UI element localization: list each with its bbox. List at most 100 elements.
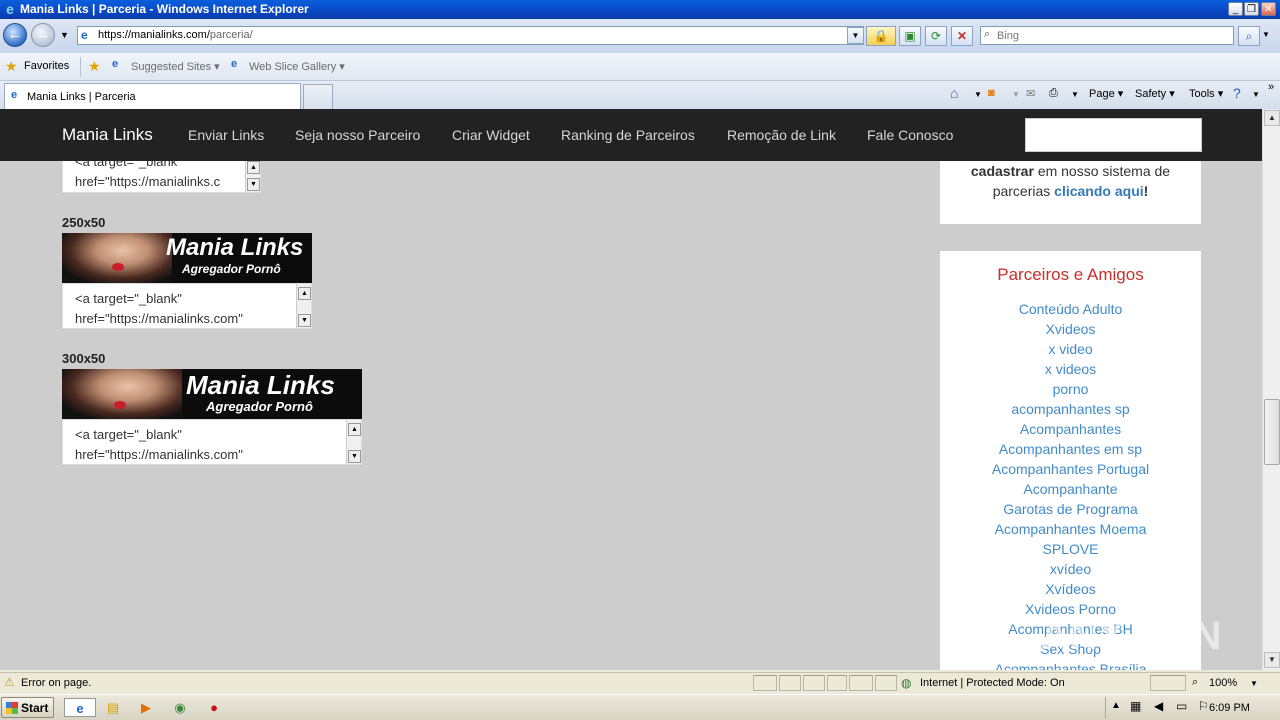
page-menu[interactable]: Page ▾	[1089, 87, 1123, 100]
parceiro-link[interactable]: Xvídeos	[940, 581, 1201, 597]
tray-network-icon[interactable]: ▦	[1130, 699, 1141, 713]
parceiro-link[interactable]: Garotas de Programa	[940, 501, 1201, 517]
minimize-button[interactable]: _	[1228, 2, 1243, 16]
register-link[interactable]: clicando aqui	[1054, 183, 1143, 199]
help-dropdown-icon[interactable]: ▼	[1252, 90, 1260, 99]
parceiro-link[interactable]: x video	[940, 341, 1201, 357]
scroll-up-icon[interactable]: ▲	[348, 423, 361, 436]
back-button[interactable]: ←	[3, 23, 27, 47]
nav-seja-parceiro[interactable]: Seja nosso Parceiro	[295, 127, 420, 143]
banner-image-250x50[interactable]: Mania Links Agregador Pornô	[62, 233, 312, 283]
add-favorites-icon[interactable]: ★	[88, 58, 101, 75]
read-mail-icon[interactable]: ✉	[1026, 87, 1035, 100]
taskbar-explorer-icon[interactable]: ▤	[103, 698, 123, 717]
scroll-down-icon[interactable]: ▼	[298, 314, 311, 327]
home-dropdown-icon[interactable]: ▼	[974, 90, 982, 99]
print-dropdown-icon[interactable]: ▼	[1071, 90, 1079, 99]
address-dropdown-button[interactable]: ▼	[847, 27, 864, 44]
parceiro-link[interactable]: Conteúdo Adulto	[940, 301, 1201, 317]
parceiro-link[interactable]: porno	[940, 381, 1201, 397]
site-search-input[interactable]	[1025, 118, 1202, 152]
parceiro-link[interactable]: Xvideos	[940, 321, 1201, 337]
scroll-down-icon[interactable]: ▼	[1264, 652, 1280, 668]
web-slice-gallery-link[interactable]: Web Slice Gallery ▾	[249, 60, 345, 73]
nav-enviar-links[interactable]: Enviar Links	[188, 127, 264, 143]
taskbar-ie-icon[interactable]: e	[64, 698, 96, 717]
tab-mania-links-parceria[interactable]: e Mania Links | Parceria	[4, 83, 301, 109]
close-window-button[interactable]: ✕	[1261, 2, 1276, 16]
search-magnifier-icon: ⌕	[984, 28, 991, 40]
nav-remocao-link[interactable]: Remoção de Link	[727, 127, 836, 143]
start-button[interactable]: Start	[1, 697, 54, 718]
search-options-icon[interactable]: ▼	[1262, 30, 1270, 39]
refresh-button[interactable]: ⟳	[925, 26, 947, 46]
tools-menu[interactable]: Tools ▾	[1189, 87, 1223, 100]
parceiro-link[interactable]: SPLOVE	[940, 541, 1201, 557]
safety-menu[interactable]: Safety ▾	[1135, 87, 1175, 100]
parceiro-link[interactable]: Acompanhantes Portugal	[940, 461, 1201, 477]
parceiro-link[interactable]: x videos	[940, 361, 1201, 377]
scroll-up-icon[interactable]: ▲	[298, 287, 311, 300]
site-brand[interactable]: Mania Links	[62, 125, 153, 145]
parceiro-link[interactable]: acompanhantes sp	[940, 401, 1201, 417]
security-lock-button[interactable]: 🔒	[866, 26, 896, 46]
nav-fale-conosco[interactable]: Fale Conosco	[867, 127, 953, 143]
stop-button[interactable]: ✕	[951, 26, 973, 46]
code-box-scrollbar[interactable]: ▲ ▼	[346, 420, 361, 464]
tray-volume-icon[interactable]: ◀	[1154, 699, 1163, 713]
suggested-sites-ie-icon: e	[112, 58, 119, 70]
parceiro-link[interactable]: Acompanhantes Moema	[940, 521, 1201, 537]
home-icon[interactable]: ⌂	[950, 85, 958, 101]
security-zone[interactable]: Internet | Protected Mode: On	[920, 677, 1065, 689]
zoom-level[interactable]: 100%	[1209, 677, 1237, 689]
feeds-dropdown-icon[interactable]: ▼	[1012, 90, 1020, 99]
address-bar[interactable]: e https://manialinks.com/parceria/	[77, 26, 864, 45]
parceiro-link[interactable]: xvídeo	[940, 561, 1201, 577]
favorites-button[interactable]: Favorites	[24, 60, 69, 72]
page-scrollbar[interactable]: ▲ ▼	[1262, 109, 1280, 670]
protected-mode-settings[interactable]	[1150, 675, 1186, 691]
parceiro-link[interactable]: Acompanhantes Brasília	[940, 661, 1201, 670]
warning-icon[interactable]: ⚠	[4, 675, 15, 689]
scroll-thumb[interactable]	[1264, 399, 1280, 465]
forward-button[interactable]: →	[31, 23, 55, 47]
banner-image-300x50[interactable]: Mania Links Agregador Pornô	[62, 369, 362, 419]
parceiro-link[interactable]: Acompanhantes	[940, 421, 1201, 437]
address-url[interactable]: https://manialinks.com/parceria/	[98, 29, 253, 41]
new-tab-button[interactable]	[303, 84, 333, 109]
compatibility-view-button[interactable]: ▣	[899, 26, 921, 46]
nav-ranking-parceiros[interactable]: Ranking de Parceiros	[561, 127, 695, 143]
recent-pages-dropdown-icon[interactable]: ▼	[60, 30, 69, 40]
banner-subtitle: Agregador Pornô	[182, 262, 281, 276]
popup-blocked-icon[interactable]	[827, 675, 847, 691]
taskbar-stop-icon[interactable]: ●	[204, 698, 224, 717]
search-go-button[interactable]: ⌕	[1238, 26, 1260, 46]
parceiro-link[interactable]: Acompanhante	[940, 481, 1201, 497]
scroll-up-icon[interactable]: ▲	[1264, 110, 1280, 126]
print-icon[interactable]: ⎙	[1049, 87, 1058, 100]
scroll-down-icon[interactable]: ▼	[247, 178, 260, 191]
tray-monitor-icon[interactable]: ▭	[1176, 699, 1187, 713]
tray-flag-icon[interactable]: ⚐	[1198, 699, 1209, 713]
nav-criar-widget[interactable]: Criar Widget	[452, 127, 530, 143]
scroll-up-icon[interactable]: ▲	[247, 161, 260, 174]
taskbar-media-player-icon[interactable]: ▶	[136, 698, 156, 717]
restore-button[interactable]: ❐	[1244, 2, 1259, 16]
feeds-icon[interactable]: ◙	[988, 87, 995, 99]
search-input[interactable]	[997, 28, 1227, 43]
suggested-sites-link[interactable]: Suggested Sites ▾	[131, 60, 220, 73]
chevron-more-icon[interactable]: »	[1268, 81, 1274, 93]
window-title-bar[interactable]: e Mania Links | Parceria - Windows Inter…	[0, 0, 1280, 19]
search-box[interactable]: ⌕	[980, 26, 1234, 45]
status-message[interactable]: Error on page.	[21, 677, 91, 689]
banner-code-box-250x50[interactable]: <a target="_blank" href="https://maniali…	[62, 283, 312, 329]
parceiro-link[interactable]: Acompanhantes em sp	[940, 441, 1201, 457]
tray-expand-icon[interactable]: ▲	[1111, 700, 1121, 711]
scroll-down-icon[interactable]: ▼	[348, 450, 361, 463]
help-icon[interactable]: ?	[1233, 85, 1241, 101]
code-box-scrollbar[interactable]: ▲ ▼	[296, 284, 311, 328]
clock[interactable]: 6:09 PM	[1209, 702, 1250, 714]
zoom-dropdown-icon[interactable]: ▼	[1250, 679, 1258, 688]
banner-code-box-300x50[interactable]: <a target="_blank" href="https://maniali…	[62, 419, 362, 465]
taskbar-chrome-icon[interactable]: ◉	[170, 698, 190, 717]
